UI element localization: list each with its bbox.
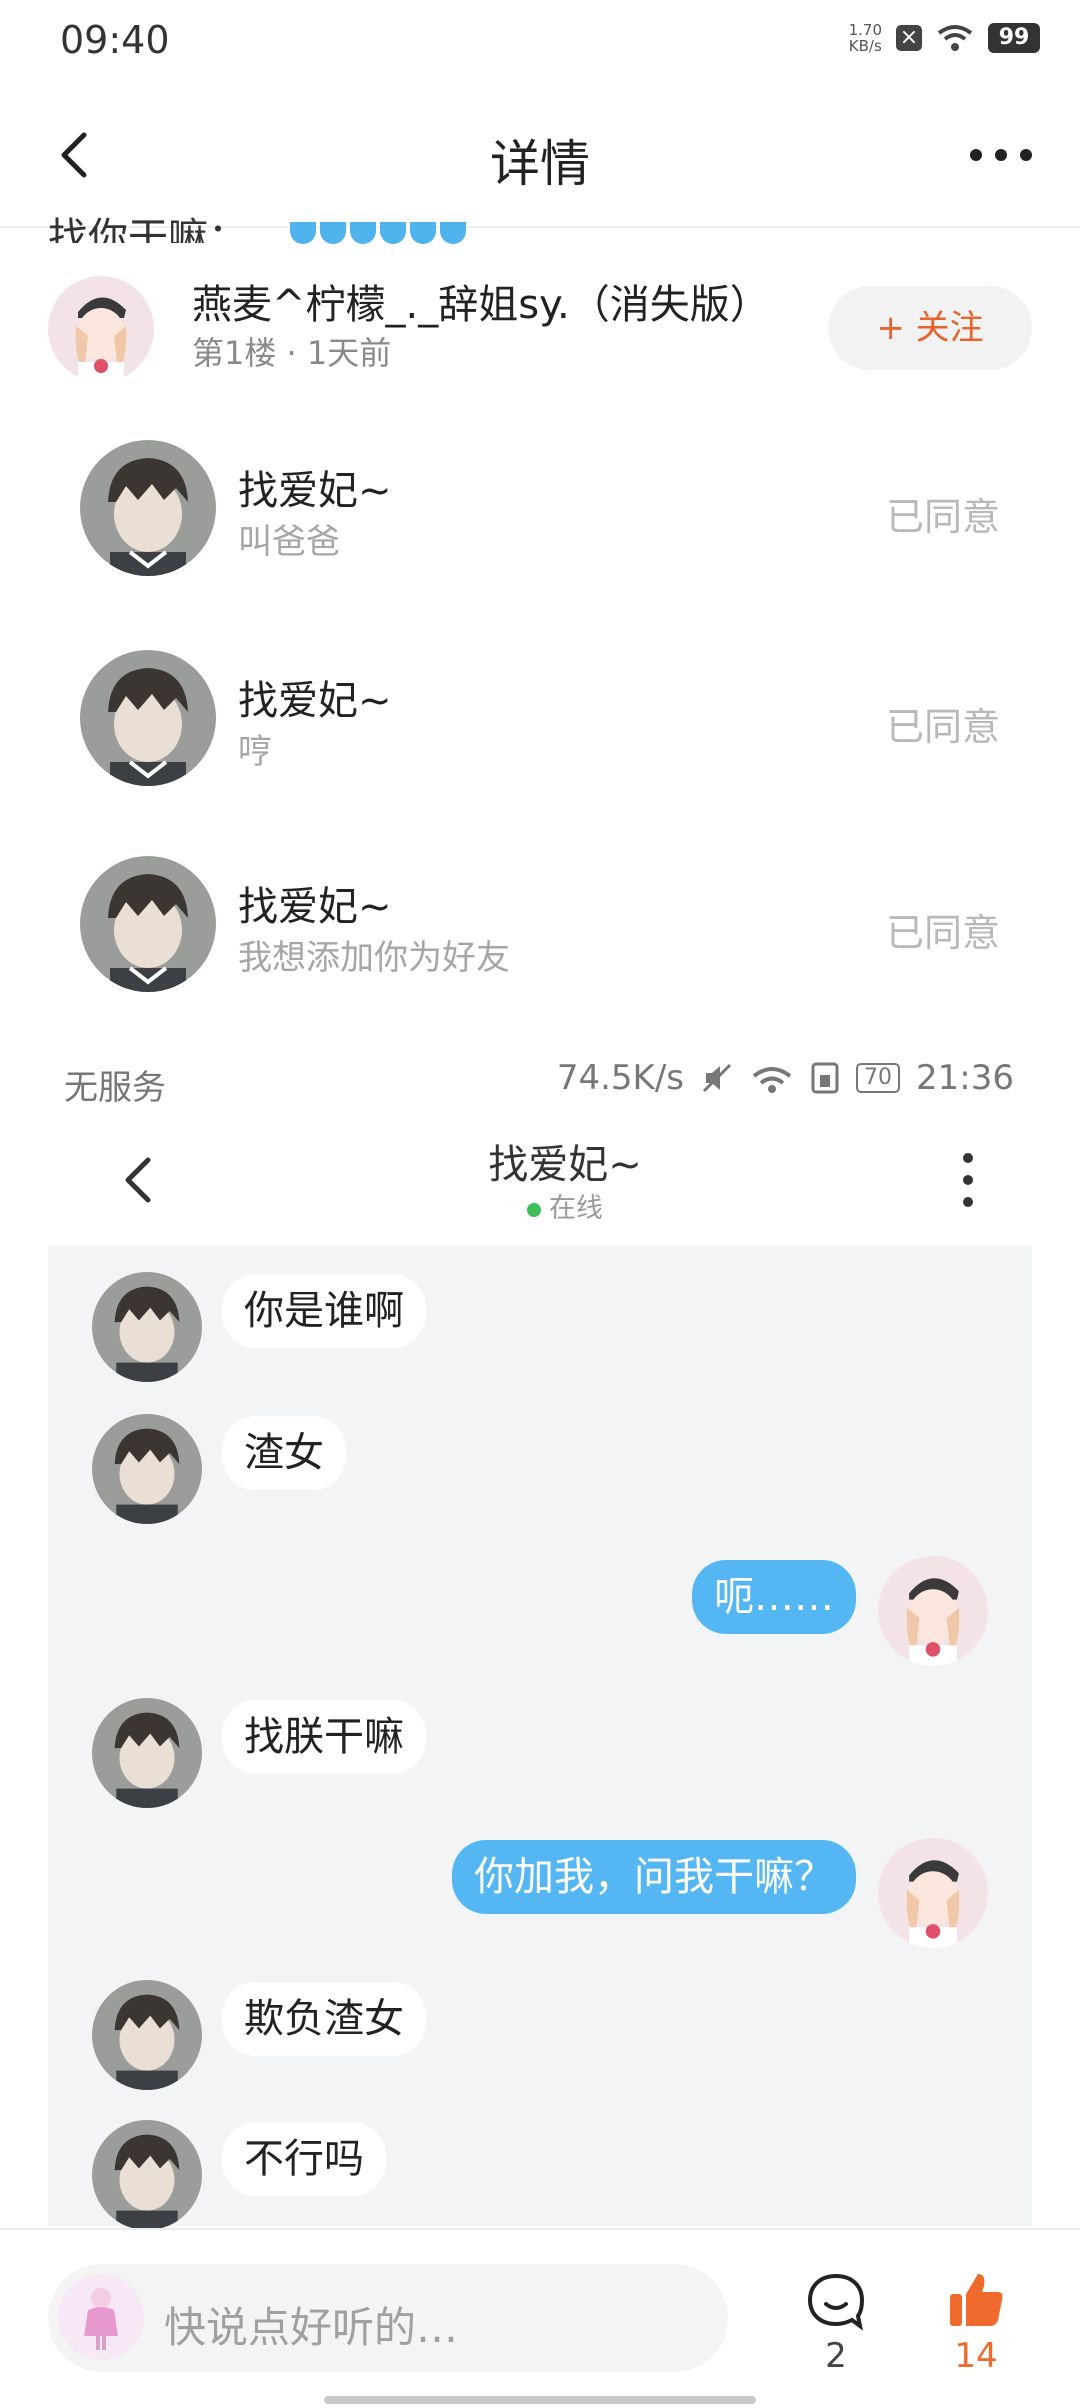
- inner-time: 21:36: [916, 1058, 1014, 1098]
- bottom-divider: [0, 2228, 1080, 2230]
- request-status: 已同意: [885, 495, 1000, 539]
- wifi-icon: [937, 25, 973, 51]
- message-bubble-incoming: 欺负渣女: [222, 1982, 426, 2056]
- author-name[interactable]: 燕麦^柠檬_._辞姐sy.（消失版）: [192, 272, 770, 330]
- request-name: 找爱妃~: [238, 678, 392, 724]
- message-bubble-incoming: 找朕干嘛: [222, 1700, 426, 1774]
- online-status: 在线: [0, 1186, 1080, 1225]
- request-name: 找爱妃~: [238, 884, 392, 930]
- status-icons: 1.70 KB/s × 99: [849, 22, 1040, 54]
- chat-avatar-other: [92, 1698, 202, 1808]
- user-avatar: [58, 2274, 144, 2360]
- message-bubble-incoming: 渣女: [222, 1416, 346, 1490]
- request-status: 已同意: [885, 705, 1000, 749]
- like-count: 14: [954, 2336, 998, 2376]
- chat-avatar-self: [878, 1838, 988, 1948]
- request-message: 哼: [238, 732, 272, 772]
- chat-avatar-other: [92, 1414, 202, 1524]
- droplets-emoji: [290, 222, 466, 244]
- request-status: 已同意: [885, 911, 1000, 955]
- inner-carrier: 无服务: [64, 1068, 166, 1108]
- inner-status-icons: 74.5K/s 70 21:36: [557, 1058, 1014, 1098]
- request-message: 我想添加你为好友: [238, 938, 510, 978]
- inner-battery: 70: [856, 1063, 901, 1093]
- battery-icon: 99: [988, 23, 1040, 53]
- comment-icon[interactable]: [804, 2270, 868, 2334]
- message-bubble-outgoing: 呃……: [692, 1560, 856, 1634]
- request-avatar: [80, 856, 216, 992]
- post-meta: 第1楼 · 1天前: [192, 334, 392, 372]
- message-bubble-incoming: 你是谁啊: [222, 1274, 426, 1348]
- comment-placeholder[interactable]: 快说点好听的…: [164, 2294, 458, 2355]
- chat-avatar-other: [92, 1980, 202, 2090]
- home-indicator[interactable]: [324, 2396, 756, 2404]
- speed-value: 1.70: [848, 21, 882, 39]
- follow-button[interactable]: + 关注: [828, 286, 1032, 370]
- mute-icon: [702, 1063, 732, 1093]
- thumbs-up-icon[interactable]: [944, 2268, 1008, 2332]
- message-bubble-outgoing: 你加我，问我干嘛？: [452, 1840, 856, 1914]
- page-title: 详情: [490, 135, 590, 193]
- message-bubble-incoming: 不行吗: [222, 2122, 386, 2196]
- request-avatar: [80, 440, 216, 576]
- chat-avatar-self: [878, 1556, 988, 1666]
- chat-avatar-other: [92, 1272, 202, 1382]
- online-label: 在线: [549, 1193, 603, 1224]
- notification-x-icon: ×: [896, 25, 922, 51]
- inner-speed: 74.5K/s: [556, 1058, 685, 1098]
- inner-more-icon: [963, 1153, 973, 1207]
- online-dot-icon: [527, 1202, 541, 1217]
- speed-unit: KB/s: [848, 37, 882, 55]
- request-avatar: [80, 650, 216, 786]
- comment-count: 2: [825, 2336, 847, 2376]
- more-icon[interactable]: [966, 140, 1036, 170]
- network-speed: 1.70 KB/s: [849, 22, 882, 54]
- sim-icon: [811, 1062, 839, 1094]
- inner-chat-title: 找爱妃~: [488, 1142, 642, 1188]
- status-time: 09:40: [60, 18, 170, 62]
- inner-wifi-icon: [752, 1067, 792, 1093]
- request-name: 找爱妃~: [238, 468, 392, 514]
- chat-avatar-other: [92, 2120, 202, 2230]
- request-message: 叫爸爸: [238, 522, 340, 562]
- author-avatar[interactable]: [48, 276, 154, 382]
